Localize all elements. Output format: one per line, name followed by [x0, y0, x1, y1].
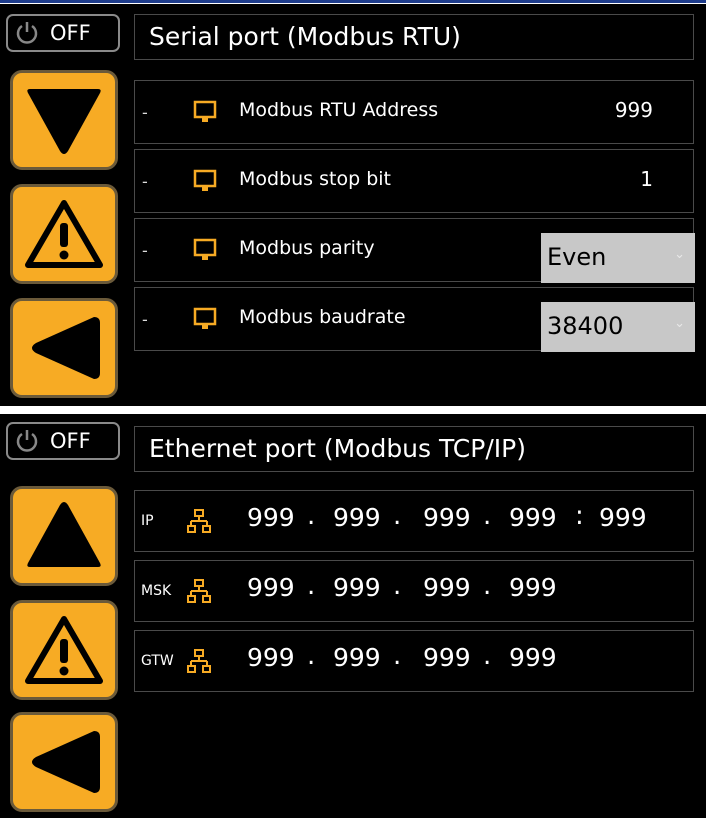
gateway-row[interactable]: GTW 999 . 999 . 999 . 999 [134, 630, 694, 692]
power-off-button[interactable]: OFF [6, 14, 120, 52]
ip-octet-1[interactable]: 999 [247, 503, 295, 532]
mask-label: MSK [141, 583, 172, 599]
ip-separator: . [393, 501, 402, 531]
mask-octet-2[interactable]: 999 [333, 573, 381, 602]
ip-separator: . [483, 501, 492, 531]
page-title: Serial port (Modbus RTU) [134, 14, 694, 60]
gateway-label: GTW [141, 653, 174, 669]
top-border [0, 0, 706, 3]
back-arrow-icon [32, 317, 100, 379]
row-label: Modbus RTU Address [239, 99, 439, 121]
down-arrow-icon [27, 89, 101, 154]
gateway-octet-3[interactable]: 999 [423, 643, 471, 672]
power-label: OFF [50, 21, 91, 45]
back-button[interactable] [10, 298, 118, 398]
subnet-mask-row[interactable]: MSK 999 . 999 . 999 . 999 [134, 560, 694, 622]
row-label: Modbus stop bit [239, 168, 391, 190]
back-button[interactable] [10, 712, 118, 812]
row-value[interactable]: 1 [640, 167, 653, 191]
monitor-icon [193, 238, 217, 260]
list-item-parity[interactable]: - Modbus parity Even ⌄ [134, 218, 695, 283]
gateway-octet-1[interactable]: 999 [247, 643, 295, 672]
parity-selected-value: Even [547, 243, 607, 271]
row-prefix: - [142, 103, 148, 122]
scroll-down-button[interactable] [10, 70, 118, 170]
monitor-icon [193, 169, 217, 191]
ethernet-port-panel: OFF Ethernet port (Modbus TCP/IP) IP 999… [0, 414, 706, 818]
ip-separator: . [307, 501, 316, 531]
back-arrow-icon [32, 731, 100, 793]
monitor-icon [193, 307, 217, 329]
gateway-octet-2[interactable]: 999 [333, 643, 381, 672]
power-label: OFF [50, 429, 91, 453]
port-separator: : [575, 501, 584, 531]
ip-octet-4[interactable]: 999 [509, 503, 557, 532]
ip-port[interactable]: 999 [599, 503, 647, 532]
ip-label: IP [141, 513, 154, 529]
gateway-octet-4[interactable]: 999 [509, 643, 557, 672]
network-icon [187, 509, 211, 533]
warning-icon [25, 200, 103, 268]
ip-octet-2[interactable]: 999 [333, 503, 381, 532]
gateway-separator: . [307, 641, 316, 671]
list-item-rtu-address[interactable]: - Modbus RTU Address 999 [134, 80, 694, 144]
gateway-separator: . [393, 641, 402, 671]
row-label: Modbus baudrate [239, 306, 406, 328]
chevron-down-icon: ⌄ [674, 316, 685, 331]
baudrate-select[interactable]: 38400 ⌄ [541, 302, 695, 352]
monitor-icon [193, 100, 217, 122]
mask-separator: . [483, 571, 492, 601]
gateway-separator: . [483, 641, 492, 671]
row-label: Modbus parity [239, 237, 375, 259]
mask-octet-3[interactable]: 999 [423, 573, 471, 602]
row-prefix: - [142, 172, 148, 191]
page-title: Ethernet port (Modbus TCP/IP) [134, 426, 694, 472]
network-icon [187, 649, 211, 673]
power-icon [16, 22, 38, 44]
scroll-up-button[interactable] [10, 486, 118, 586]
ip-address-row[interactable]: IP 999 . 999 . 999 . 999 : 999 [134, 490, 694, 552]
serial-port-panel: OFF Serial port (Modbus RTU) - Modbus RT… [0, 4, 706, 406]
warning-icon [25, 616, 103, 684]
mask-separator: . [307, 571, 316, 601]
row-prefix: - [142, 241, 148, 260]
chevron-down-icon: ⌄ [674, 247, 685, 262]
mask-separator: . [393, 571, 402, 601]
alarm-button[interactable] [10, 600, 118, 700]
mask-octet-1[interactable]: 999 [247, 573, 295, 602]
network-icon [187, 579, 211, 603]
up-arrow-icon [27, 502, 101, 567]
row-prefix: - [142, 310, 148, 329]
power-off-button[interactable]: OFF [6, 422, 120, 460]
power-icon [16, 430, 38, 452]
alarm-button[interactable] [10, 184, 118, 284]
baudrate-selected-value: 38400 [547, 312, 624, 340]
row-value[interactable]: 999 [615, 98, 653, 122]
list-item-baudrate[interactable]: - Modbus baudrate 38400 ⌄ [134, 287, 695, 352]
ip-octet-3[interactable]: 999 [423, 503, 471, 532]
mask-octet-4[interactable]: 999 [509, 573, 557, 602]
parity-select[interactable]: Even ⌄ [541, 233, 695, 283]
list-item-stop-bit[interactable]: - Modbus stop bit 1 [134, 149, 694, 213]
